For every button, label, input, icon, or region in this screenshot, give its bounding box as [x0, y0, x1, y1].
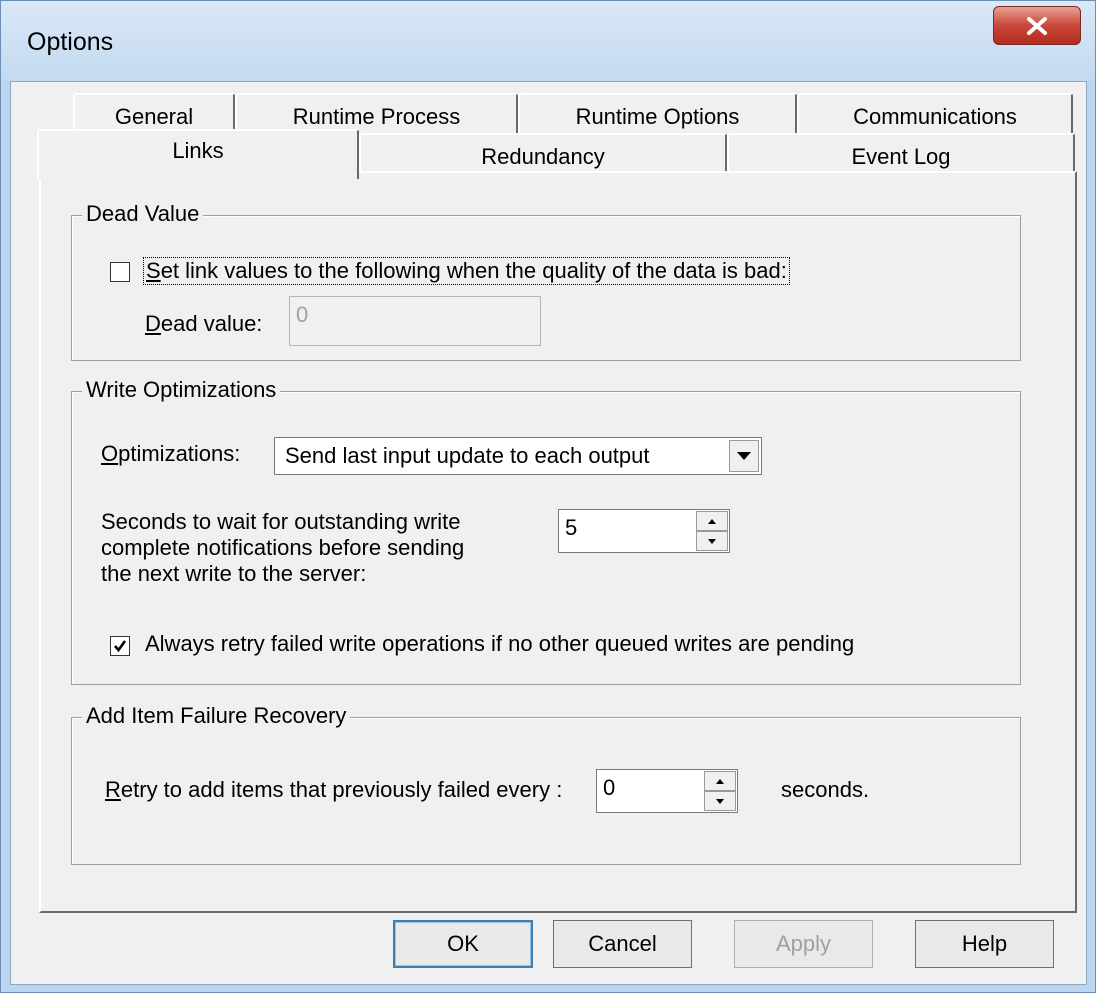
dead-value-checkbox[interactable] — [110, 262, 130, 282]
links-tab-panel: Dead Value Set link values to the follow… — [39, 171, 1077, 913]
optimizations-label-text: ptimizations: — [118, 441, 241, 466]
title-bar[interactable]: Options — [1, 1, 1095, 81]
arrow-up-icon — [708, 519, 716, 524]
tab-redundancy-label: Redundancy — [481, 144, 605, 169]
tab-general-label: General — [114, 103, 194, 129]
options-dialog: Options General Runtime Process Runtime … — [0, 0, 1096, 993]
spin-up-button[interactable] — [704, 771, 736, 791]
dropdown-arrow-button[interactable] — [729, 440, 759, 472]
add-item-retry-label-text: etry to add items that previously failed… — [120, 777, 563, 802]
arrow-down-icon — [708, 539, 716, 544]
close-button[interactable] — [993, 6, 1081, 45]
seconds-wait-spinner[interactable] — [696, 511, 728, 551]
seconds-unit-label: seconds. — [781, 777, 870, 802]
optimizations-dropdown-value: Send last input update to each output — [285, 443, 650, 468]
checkmark-icon — [114, 640, 127, 653]
always-retry-label: Always retry failed write operations if … — [145, 631, 855, 656]
add-item-retry-label: Retry to add items that previously faile… — [105, 777, 563, 802]
write-optimizations-group-title: Write Optimizations — [82, 377, 281, 403]
dead-value-input-value: 0 — [296, 302, 309, 327]
window-title: Options — [27, 28, 114, 56]
add-item-failure-group-title: Add Item Failure Recovery — [82, 703, 351, 729]
tab-links[interactable]: Links — [37, 129, 359, 179]
dead-value-field-label: Dead value: — [145, 311, 263, 336]
dead-value-input[interactable]: 0 — [289, 296, 541, 346]
tab-event-log-label: Event Log — [851, 144, 951, 169]
tab-communications[interactable]: Communications — [797, 93, 1073, 138]
dead-value-checkbox-label[interactable]: Set link values to the following when th… — [143, 257, 790, 285]
add-item-retry-input-value: 0 — [603, 775, 616, 800]
ok-button[interactable]: OK — [393, 920, 533, 968]
seconds-label-line-1: Seconds to wait for outstanding write — [101, 509, 461, 534]
tab-communications-label: Communications — [853, 103, 1017, 129]
ok-button-label: OK — [447, 931, 479, 956]
tab-runtime-process-label: Runtime Process — [292, 103, 461, 129]
cancel-button-label: Cancel — [588, 931, 657, 956]
tab-links-label: Links — [172, 138, 224, 163]
help-button[interactable]: Help — [915, 920, 1054, 968]
dead-value-group: Dead Value — [71, 201, 1021, 361]
spin-up-button[interactable] — [696, 511, 728, 531]
tab-runtime-options[interactable]: Runtime Options — [518, 93, 797, 138]
close-icon — [1027, 17, 1047, 35]
add-item-retry-spinner[interactable] — [704, 771, 736, 811]
always-retry-checkbox[interactable] — [110, 636, 130, 656]
arrow-up-icon — [716, 779, 724, 784]
help-button-label: Help — [961, 931, 1008, 956]
seconds-label-line-3: the next write to the server: — [101, 561, 367, 586]
apply-button[interactable]: Apply — [734, 920, 873, 968]
optimizations-dropdown[interactable]: Send last input update to each output — [274, 437, 762, 475]
apply-button-label: Apply — [775, 931, 832, 956]
dead-value-field-label-text: ead value: — [160, 311, 263, 336]
spin-down-button[interactable] — [704, 791, 736, 811]
seconds-wait-input-value: 5 — [565, 515, 578, 540]
spin-down-button[interactable] — [696, 531, 728, 551]
dead-value-group-title: Dead Value — [82, 201, 204, 227]
tab-runtime-options-label: Runtime Options — [575, 103, 740, 129]
dead-value-checkbox-label-text: et link values to the following when the… — [160, 258, 787, 283]
cancel-button[interactable]: Cancel — [553, 920, 692, 968]
arrow-down-icon — [716, 799, 724, 804]
chevron-down-icon — [737, 452, 751, 460]
seconds-label-line-2: complete notifications before sending — [101, 535, 465, 560]
optimizations-label: Optimizations: — [101, 441, 241, 466]
